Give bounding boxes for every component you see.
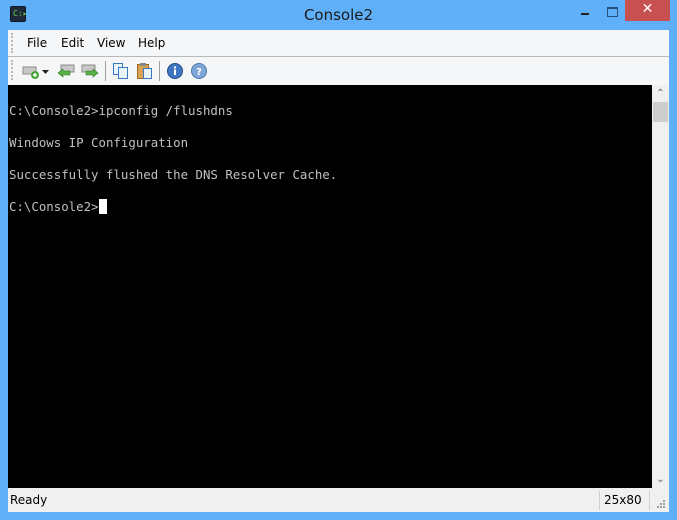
svg-text:?: ? bbox=[196, 67, 202, 78]
chevron-up-icon: ⌃ bbox=[656, 88, 665, 99]
status-divider bbox=[649, 491, 650, 510]
console-output[interactable]: C:\Console2>ipconfig /flushdns Windows I… bbox=[8, 85, 652, 488]
paste-button[interactable] bbox=[136, 62, 154, 80]
text-cursor bbox=[98, 199, 107, 214]
toolbar-grip[interactable] bbox=[11, 60, 15, 80]
next-tab-button[interactable] bbox=[81, 62, 99, 80]
new-tab-dropdown-button[interactable] bbox=[41, 62, 51, 80]
about-button[interactable] bbox=[166, 62, 184, 80]
help-icon: ? bbox=[191, 63, 207, 79]
chevron-down-icon bbox=[42, 70, 49, 74]
close-button[interactable]: ✕ bbox=[625, 0, 670, 21]
chevron-down-icon: ⌄ bbox=[656, 474, 665, 485]
scroll-down-button[interactable]: ⌄ bbox=[652, 471, 669, 488]
menu-file[interactable]: File bbox=[27, 36, 47, 50]
arrow-right-icon bbox=[81, 64, 99, 78]
menu-edit[interactable]: Edit bbox=[61, 36, 84, 50]
copy-icon bbox=[113, 63, 128, 79]
copy-button[interactable] bbox=[112, 62, 130, 80]
status-divider bbox=[599, 491, 600, 510]
menu-bar: File Edit View Help bbox=[8, 30, 669, 57]
info-icon bbox=[167, 63, 183, 79]
status-text: Ready bbox=[10, 493, 48, 507]
vertical-scrollbar[interactable]: ⌃ ⌄ bbox=[652, 85, 669, 488]
menu-help[interactable]: Help bbox=[138, 36, 165, 50]
minimize-icon bbox=[581, 13, 589, 15]
close-icon: ✕ bbox=[641, 1, 654, 17]
paste-icon bbox=[137, 63, 152, 79]
toolbar: ? bbox=[8, 57, 669, 85]
maximize-button[interactable] bbox=[600, 0, 628, 21]
resize-grip-icon[interactable] bbox=[656, 499, 666, 509]
console2-window: C:▸ Console2 ✕ File Edit View Help ? C:\… bbox=[0, 0, 677, 520]
scrollbar-thumb[interactable] bbox=[653, 102, 668, 122]
console-line: Windows IP Configuration bbox=[9, 135, 189, 150]
console-prompt-line: C:\Console2> bbox=[9, 199, 107, 215]
toolbar-separator bbox=[159, 61, 160, 81]
menu-grip[interactable] bbox=[11, 33, 15, 53]
console-size: 25x80 bbox=[604, 493, 642, 507]
console-line: Successfully flushed the DNS Resolver Ca… bbox=[9, 167, 338, 182]
minimize-button[interactable] bbox=[570, 0, 598, 21]
maximize-icon bbox=[607, 7, 618, 17]
console-line: C:\Console2>ipconfig /flushdns bbox=[9, 103, 233, 118]
new-tab-button[interactable] bbox=[22, 62, 40, 80]
arrow-left-icon bbox=[57, 64, 75, 78]
console-prompt: C:\Console2> bbox=[9, 199, 99, 214]
scroll-up-button[interactable]: ⌃ bbox=[652, 85, 669, 102]
new-tab-icon bbox=[22, 66, 39, 79]
status-bar: Ready 25x80 bbox=[8, 488, 669, 512]
client-area: File Edit View Help ? C:\Console2>ipconf… bbox=[8, 30, 669, 512]
menu-view[interactable]: View bbox=[97, 36, 125, 50]
title-bar[interactable]: C:▸ Console2 ✕ bbox=[0, 0, 677, 30]
toolbar-separator bbox=[105, 61, 106, 81]
help-button[interactable]: ? bbox=[190, 62, 208, 80]
previous-tab-button[interactable] bbox=[57, 62, 75, 80]
